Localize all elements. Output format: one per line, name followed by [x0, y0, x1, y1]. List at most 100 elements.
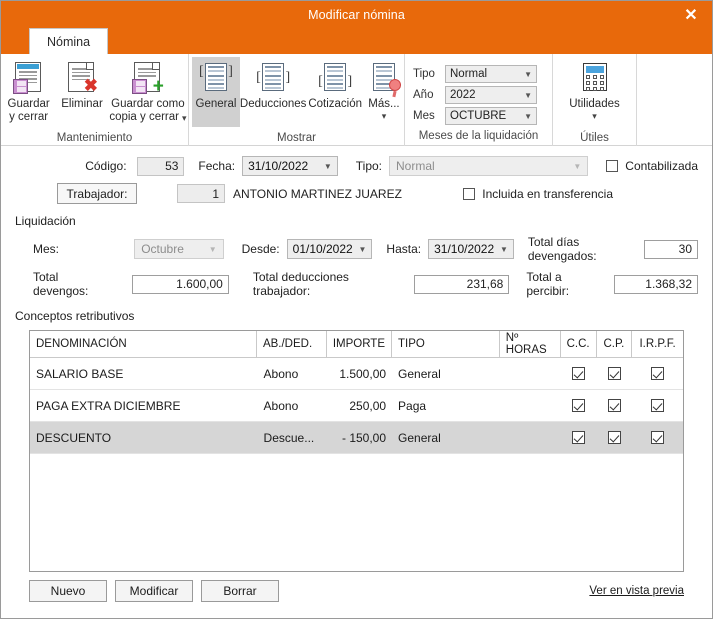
cp-checkbox[interactable]: [607, 431, 621, 444]
desde-label: Desde:: [241, 242, 280, 256]
column-header-horas[interactable]: Nº HORAS: [500, 331, 561, 357]
cotizacion-button[interactable]: [] Cotización: [306, 57, 364, 111]
trabajador-button[interactable]: Trabajador:: [57, 183, 137, 204]
ribbon-tipo-select[interactable]: Normal ▼: [445, 65, 537, 83]
table-row[interactable]: DESCUENTO Descue... - 150,00 General: [30, 422, 683, 454]
codigo-field: 53: [136, 156, 185, 176]
chevron-down-icon-mes: ▼: [524, 111, 532, 121]
eliminar-button[interactable]: ✖ Eliminar: [56, 57, 108, 111]
contabilizada-checkbox[interactable]: [606, 160, 619, 172]
tab-nomina-label: Nómina: [47, 34, 91, 49]
cell-denominacion: SALARIO BASE: [36, 366, 124, 381]
chevron-down-icon[interactable]: ▾: [182, 114, 187, 123]
calculator-icon: [578, 61, 612, 95]
desde-value: 01/10/2022: [292, 242, 353, 256]
table-empty-space: [30, 454, 683, 571]
ribbon-ano-row: Año 2022 ▼: [413, 86, 544, 104]
tab-strip: Nómina: [1, 28, 712, 54]
column-header-denominacion[interactable]: DENOMINACIÓN: [30, 331, 257, 357]
ribbon-ano-select[interactable]: 2022 ▼: [445, 86, 537, 104]
trabajador-code-value: 1: [212, 186, 219, 201]
cell-denominacion: DESCUENTO: [36, 430, 112, 445]
fecha-input[interactable]: 31/10/2022 ▼: [242, 156, 338, 176]
column-header-irpf[interactable]: I.R.P.F.: [632, 331, 683, 357]
ribbon-mes-value: OCTUBRE: [450, 110, 507, 122]
total-dias-field[interactable]: 30: [644, 239, 698, 259]
guardar-y-cerrar-label-1: Guardar: [7, 98, 50, 110]
mes-label: Mes:: [33, 242, 60, 256]
cc-checkbox[interactable]: [572, 399, 586, 412]
incluida-transferencia-checkbox[interactable]: [463, 187, 476, 200]
total-deducciones-value: 231,68: [466, 277, 504, 291]
cell-horas: [500, 390, 561, 421]
ribbon-group-mostrar-label: Mostrar: [277, 132, 316, 144]
table-row[interactable]: PAGA EXTRA DICIEMBRE Abono 250,00 Paga: [30, 390, 683, 422]
chevron-down-icon-hasta: ▼: [499, 244, 508, 254]
borrar-button[interactable]: Borrar: [201, 580, 279, 602]
modificar-button[interactable]: Modificar: [115, 580, 193, 602]
nuevo-button[interactable]: Nuevo: [29, 580, 107, 602]
cell-cc[interactable]: [561, 390, 597, 421]
general-button[interactable]: [] General: [192, 57, 240, 127]
trabajador-label: Trabajador:: [66, 186, 128, 201]
cc-checkbox[interactable]: [572, 367, 586, 380]
total-devengos-value: 1.600,00: [176, 277, 223, 291]
total-devengos-field[interactable]: 1.600,00: [131, 274, 229, 294]
guardar-como-copia-label-1: Guardar como: [111, 98, 185, 110]
deducciones-button[interactable]: [] Deducciones: [240, 57, 306, 111]
cell-abded: Abono: [263, 366, 299, 381]
table-row[interactable]: SALARIO BASE Abono 1.500,00 General: [30, 358, 683, 390]
delete-icon: ✖: [65, 61, 99, 95]
total-dias-label: Total días devengados:: [527, 235, 597, 263]
cell-cc[interactable]: [561, 422, 597, 453]
cell-irpf[interactable]: [632, 422, 683, 453]
column-header-tipo[interactable]: TIPO: [392, 331, 500, 357]
modificar-nomina-window: Modificar nómina ✕ Nómina Guardar y cerr…: [0, 0, 713, 619]
desde-input[interactable]: 01/10/2022 ▼: [286, 239, 373, 259]
column-header-abded[interactable]: AB./DED.: [257, 331, 327, 357]
save-copy-icon: +: [131, 61, 165, 96]
guardar-como-copia-button[interactable]: + Guardar como copia y cerrar ▾: [108, 57, 188, 124]
cell-cp[interactable]: [597, 358, 633, 389]
irpf-checkbox[interactable]: [651, 431, 665, 444]
column-header-importe[interactable]: IMPORTE: [327, 331, 392, 357]
total-deducciones-field[interactable]: 231,68: [414, 274, 510, 294]
cp-checkbox[interactable]: [607, 367, 621, 380]
total-dias-value: 30: [678, 242, 692, 256]
total-percibir-field[interactable]: 1.368,32: [614, 274, 699, 294]
irpf-checkbox[interactable]: [651, 367, 665, 380]
cell-irpf[interactable]: [632, 358, 683, 389]
hasta-input[interactable]: 31/10/2022 ▼: [428, 239, 514, 259]
fecha-label: Fecha:: [198, 159, 236, 173]
cc-checkbox[interactable]: [572, 431, 586, 444]
conceptos-section-label: Conceptos retributivos: [15, 309, 135, 323]
ribbon-mes-row: Mes OCTUBRE ▼: [413, 107, 544, 125]
cell-irpf[interactable]: [632, 390, 683, 421]
chevron-down-icon-mas[interactable]: ▾: [382, 112, 387, 121]
cell-cc[interactable]: [561, 358, 597, 389]
cell-cp[interactable]: [597, 422, 633, 453]
codigo-row: Código: 53 Fecha: 31/10/2022 ▼ Tipo: Nor…: [15, 156, 698, 176]
column-header-cp[interactable]: C.P.: [597, 331, 633, 357]
column-header-cc[interactable]: C.C.: [561, 331, 597, 357]
guardar-y-cerrar-button[interactable]: Guardar y cerrar: [1, 57, 56, 124]
total-percibir-value: 1.368,32: [645, 277, 693, 291]
cell-abded: Abono: [263, 398, 299, 413]
ribbon-mes-select[interactable]: OCTUBRE ▼: [445, 107, 537, 125]
mas-button[interactable]: Más... ▾: [364, 57, 404, 121]
irpf-checkbox[interactable]: [651, 399, 665, 412]
tipo-select: Normal ▼: [389, 156, 589, 176]
utilidades-button[interactable]: Utilidades ▾: [559, 57, 631, 121]
form-body: Código: 53 Fecha: 31/10/2022 ▼ Tipo: Nor…: [1, 146, 712, 618]
tab-nomina[interactable]: Nómina: [29, 28, 109, 54]
conceptos-table: DENOMINACIÓN AB./DED. IMPORTE TIPO Nº HO…: [29, 330, 684, 572]
cp-checkbox[interactable]: [607, 399, 621, 412]
report-deductions-icon: []: [256, 61, 290, 95]
chevron-down-icon-utilidades[interactable]: ▾: [592, 112, 597, 121]
ver-vista-previa-link[interactable]: Ver en vista previa: [589, 585, 684, 597]
liquidacion-section-label: Liquidación: [15, 214, 76, 228]
total-deducciones-label: Total deducciones trabajador:: [252, 270, 349, 298]
ribbon-group-meses: Tipo Normal ▼ Año 2022 ▼ Mes OCTUBRE ▼ M…: [404, 54, 552, 146]
close-icon[interactable]: ✕: [670, 1, 712, 28]
cell-cp[interactable]: [597, 390, 633, 421]
